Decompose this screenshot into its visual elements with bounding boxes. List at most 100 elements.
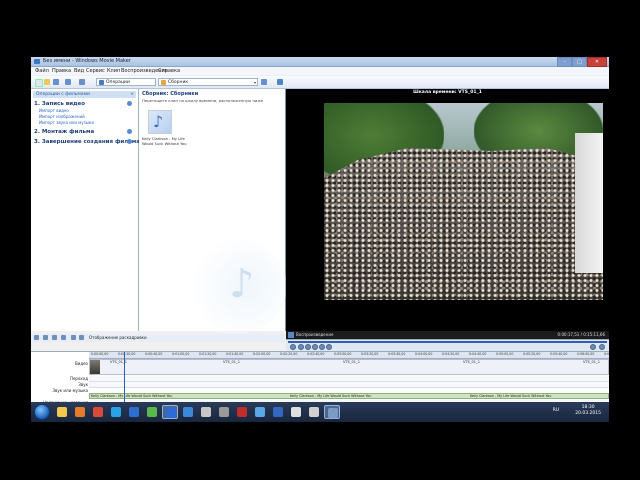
clock-date: 20.03.2015: [575, 411, 601, 416]
menu-tools[interactable]: Сервис: [86, 68, 105, 74]
taskbar-app-red-icon[interactable]: [234, 405, 250, 419]
collapse-chevron-icon[interactable]: [127, 101, 132, 106]
ruler-tick: 0:01:00,00: [172, 352, 190, 356]
music-track[interactable]: Kelly Clarkson - My Life Would Suck With…: [89, 393, 609, 399]
close-button[interactable]: ✕: [587, 57, 607, 67]
video-clip-thumbnail: [90, 360, 100, 374]
toolbar: Операции Сборник ▾: [31, 76, 609, 89]
taskbar-tool-icon[interactable]: [216, 405, 232, 419]
next-frame-icon[interactable]: [312, 344, 318, 350]
expand-chevron-icon[interactable]: [127, 129, 132, 134]
collection-folder-icon: [161, 80, 166, 85]
section-finish-title: 3. Завершение создания фильма: [34, 139, 140, 145]
previous-frame-icon[interactable]: [305, 344, 311, 350]
fast-forward-icon[interactable]: [326, 344, 332, 350]
ruler-tick: 0:05:20,00: [523, 352, 541, 356]
window-title: Без имени - Windows Movie Maker: [43, 58, 131, 64]
undo-icon[interactable]: [65, 79, 71, 85]
video-clip-label: VTS_01_1: [463, 360, 480, 364]
timeline: 0:00:00,00 0:00:20,00 0:00:40,00 0:01:00,00…: [31, 351, 609, 409]
video-clip-label: VTS_01_1: [583, 360, 600, 364]
taskbar-chrome-icon[interactable]: [90, 405, 106, 419]
start-button-icon[interactable]: [34, 404, 50, 420]
play-timeline-icon[interactable]: [79, 335, 84, 340]
taskbar-utorrent-icon[interactable]: [144, 405, 160, 419]
playhead[interactable]: [124, 352, 125, 409]
split-clip-icon[interactable]: [590, 344, 596, 350]
link-import-video[interactable]: Импорт видео: [39, 108, 69, 113]
taskbar-game-icon[interactable]: [198, 405, 214, 419]
task-pane-header: Операции с фильмами ×: [33, 91, 136, 98]
play-button-icon[interactable]: [290, 344, 296, 350]
task-pane: Операции с фильмами × 1. Запись видео Им…: [31, 89, 140, 331]
link-import-pictures[interactable]: Импорт изображений: [39, 114, 85, 119]
up-folder-icon[interactable]: [261, 79, 267, 85]
taskbar-skype-icon[interactable]: [108, 405, 124, 419]
storyboard-toggle[interactable]: Отображение раскадровки: [89, 335, 147, 340]
clock[interactable]: 18:30 20.03.2015: [575, 405, 601, 417]
menu-help[interactable]: Справка: [158, 68, 180, 74]
new-project-icon[interactable]: [35, 79, 43, 87]
stop-button-icon[interactable]: [298, 344, 304, 350]
taskbar-media-icon[interactable]: [162, 405, 178, 419]
app-red-glyph-icon: [237, 407, 247, 417]
section-finish[interactable]: 3. Завершение создания фильма: [34, 139, 140, 145]
playback-state-icon: [288, 332, 294, 338]
ruler-tick: 0:01:40,00: [226, 352, 244, 356]
minimize-button[interactable]: –: [557, 57, 572, 67]
redo-icon[interactable]: [79, 79, 85, 85]
task-pane-close-icon[interactable]: ×: [130, 91, 134, 98]
taskbar-moviemaker-icon[interactable]: [324, 405, 340, 419]
audio-clip-thumbnail[interactable]: ♪: [148, 110, 172, 134]
preview-monitor: Шкала времени: VTS_01_1: [286, 89, 609, 331]
expand-chevron-icon[interactable]: [127, 139, 132, 144]
tasks-button[interactable]: Операции: [96, 78, 156, 86]
link-import-audio[interactable]: Импорт звука или музыки: [39, 120, 94, 125]
timeline-ruler[interactable]: 0:00:00,00 0:00:20,00 0:00:40,00 0:01:00,00…: [89, 352, 609, 359]
video-track[interactable]: VTS_01_1 VTS_01_1 VTS_01_1 VTS_01_1 VTS_01_1: [89, 359, 609, 375]
audio-track[interactable]: [89, 382, 609, 388]
taskbar-explorer-icon[interactable]: [54, 405, 70, 419]
zoom-out-icon[interactable]: [61, 335, 66, 340]
taskbar-ie-icon[interactable]: [180, 405, 196, 419]
music-clip-label: Kelly Clarkson - My Life Would Suck With…: [91, 394, 173, 398]
taskbar-football-icon[interactable]: [288, 405, 304, 419]
taskbar-app-blue2-icon[interactable]: [270, 405, 286, 419]
zoom-in-icon[interactable]: [52, 335, 57, 340]
task-pane-title: Операции с фильмами: [36, 92, 90, 97]
taskbar-app-blue-icon[interactable]: [126, 405, 142, 419]
maximize-button[interactable]: □: [572, 57, 587, 67]
menu-file[interactable]: Файл: [35, 68, 49, 74]
zoom-icon[interactable]: [34, 335, 39, 340]
snapshot-icon[interactable]: [599, 344, 605, 350]
ruler-tick: 0:02:00,00: [253, 352, 271, 356]
rewind-icon[interactable]: [319, 344, 325, 350]
save-project-icon[interactable]: [53, 79, 59, 85]
video-clip-label: VTS_01_1: [223, 360, 240, 364]
language-indicator[interactable]: RU: [553, 408, 559, 413]
collection-subtitle: Перетащите клип на шкалу времени, распол…: [142, 98, 264, 103]
section-capture[interactable]: 1. Запись видео: [34, 101, 134, 107]
ruler-tick: 0:02:20,00: [280, 352, 298, 356]
skype-glyph-icon: [111, 407, 121, 417]
media-glyph-icon: [166, 408, 176, 418]
menu-edit[interactable]: Правка: [52, 68, 71, 74]
taskbar-football2-icon[interactable]: [306, 405, 322, 419]
video-clip-label: VTS_01_1: [343, 360, 360, 364]
open-project-icon[interactable]: [44, 79, 50, 85]
ruler-tick: 0:01:20,00: [199, 352, 217, 356]
taskbar-mediaplayer-icon[interactable]: [72, 405, 88, 419]
collection-title: Сборник: Сборники: [142, 91, 199, 97]
taskbar-app-ltblue-icon[interactable]: [252, 405, 268, 419]
section-edit[interactable]: 2. Монтаж фильма: [34, 129, 134, 135]
tasks-icon: [99, 80, 104, 85]
explorer-glyph-icon: [57, 407, 67, 417]
seek-bar[interactable]: [288, 341, 607, 343]
narrate-icon[interactable]: [43, 335, 48, 340]
menu-view[interactable]: Вид: [74, 68, 84, 74]
menu-clip[interactable]: Клип: [107, 68, 120, 74]
views-icon[interactable]: [277, 79, 283, 85]
section-edit-title: 2. Монтаж фильма: [34, 129, 95, 135]
collection-select[interactable]: Сборник ▾: [158, 78, 258, 86]
rewind-timeline-icon[interactable]: [71, 335, 76, 340]
